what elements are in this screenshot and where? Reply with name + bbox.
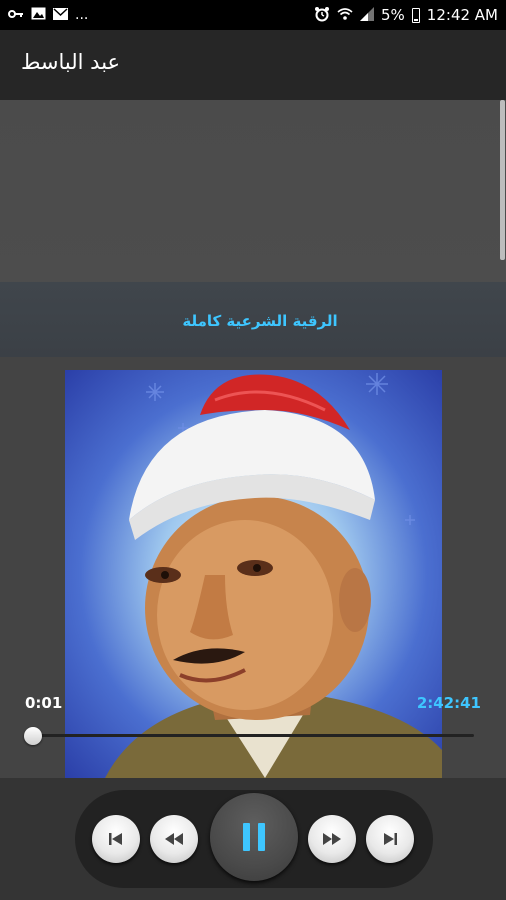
rewind-button[interactable]	[150, 815, 198, 863]
app-bar: عبد الباسط	[0, 30, 506, 100]
key-icon	[8, 8, 24, 22]
track-title: الرقية الشرعية كاملة	[182, 312, 338, 330]
status-time: 12:42 AM	[426, 6, 498, 24]
battery-percent: 5%	[381, 6, 405, 24]
more-dots: ...	[75, 7, 89, 23]
mail-icon	[53, 7, 68, 23]
elapsed-time: 0:01	[25, 694, 63, 712]
rewind-icon	[165, 833, 183, 845]
status-right: 5% 12:42 AM	[314, 6, 498, 25]
signal-icon	[360, 6, 374, 24]
playlist-scrollbar[interactable]	[500, 100, 505, 260]
next-icon	[384, 833, 397, 845]
next-button[interactable]	[366, 815, 414, 863]
total-duration: 2:42:41	[416, 694, 481, 712]
image-icon	[31, 7, 46, 23]
artwork-image	[65, 370, 442, 778]
battery-icon	[411, 7, 420, 23]
seek-bar[interactable]	[33, 734, 474, 737]
alarm-icon	[314, 6, 330, 25]
app-title: عبد الباسط	[21, 50, 121, 74]
previous-button[interactable]	[92, 815, 140, 863]
wifi-icon	[337, 7, 353, 24]
fast-forward-button[interactable]	[308, 815, 356, 863]
list-item[interactable]: الرقية الشرعية كاملة	[0, 282, 506, 357]
seek-thumb[interactable]	[24, 727, 42, 745]
pause-button[interactable]	[210, 793, 298, 881]
fast-forward-icon	[323, 833, 341, 845]
status-left: ...	[8, 7, 88, 23]
status-bar: ... 5% 12:42 AM	[0, 0, 506, 30]
pause-icon	[239, 823, 269, 851]
previous-icon	[109, 833, 122, 845]
